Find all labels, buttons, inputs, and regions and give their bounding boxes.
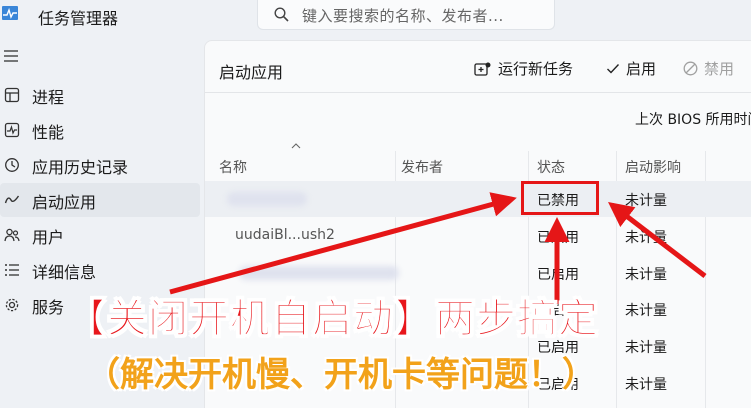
- checkmark-icon: [607, 63, 620, 74]
- sidebar-item-app-history[interactable]: 应用历史记录: [0, 148, 200, 182]
- performance-icon: [4, 122, 20, 138]
- headline-banner: 【关闭开机自启动】两步搞定: [66, 296, 599, 343]
- impact-cell: 未计量: [625, 193, 667, 209]
- sidebar-item-details[interactable]: 详细信息: [0, 253, 200, 287]
- sidebar-item-label: 进程: [32, 88, 65, 107]
- startup-apps-icon: [4, 195, 20, 204]
- sidebar-item-label: 启动应用: [32, 193, 97, 212]
- search-placeholder: 键入要搜索的名称、发布者...: [302, 7, 504, 25]
- blurred-app-name: [239, 266, 399, 280]
- sidebar-item-startup-apps[interactable]: 启动应用: [0, 183, 200, 217]
- name-cell: uudaiBl...ush2: [235, 227, 335, 243]
- subline-banner: （解决开机慢、开机卡等问题！）: [86, 355, 596, 395]
- run-new-task-button[interactable]: 运行新任务: [474, 58, 573, 79]
- users-icon: [4, 228, 20, 242]
- sidebar-item-label: 用户: [32, 228, 65, 247]
- impact-cell: 未计量: [625, 377, 667, 393]
- prohibited-icon: [683, 61, 698, 76]
- status-cell: 已启用: [537, 267, 579, 283]
- column-header-name[interactable]: 名称: [219, 157, 247, 177]
- app-history-icon: [5, 158, 19, 172]
- sidebar-item-label: 服务: [32, 298, 65, 317]
- sidebar-item-users[interactable]: 用户: [0, 218, 200, 252]
- impact-cell: 未计量: [625, 267, 667, 283]
- status-cell: 已启用: [537, 230, 579, 246]
- enable-label: 启用: [626, 60, 657, 78]
- gear-icon: [5, 298, 19, 312]
- run-new-task-label: 运行新任务: [498, 60, 574, 78]
- sidebar-item-label: 性能: [32, 123, 65, 142]
- toolbar-divider: [205, 92, 751, 93]
- sidebar-item-performance[interactable]: 性能: [0, 113, 200, 147]
- impact-cell: 未计量: [625, 230, 667, 246]
- blurred-app-name: [227, 192, 307, 206]
- search-icon: [274, 7, 289, 22]
- status-highlight-box: [521, 181, 599, 215]
- run-new-task-icon: [474, 62, 491, 76]
- processes-icon: [4, 87, 20, 103]
- title-bar: 任务管理器 键入要搜索的名称、发布者...: [0, 0, 751, 34]
- page-title: 启动应用: [219, 63, 284, 82]
- app-title: 任务管理器: [38, 9, 119, 28]
- table-row[interactable]: uudaiBl...ush2 已启用 未计量: [205, 218, 751, 254]
- column-header-impact[interactable]: 启动影响: [625, 157, 681, 177]
- disable-label: 禁用: [704, 60, 735, 78]
- hamburger-menu-icon[interactable]: [4, 50, 18, 62]
- disable-button[interactable]: 禁用: [683, 58, 734, 79]
- sidebar-item-label: 应用历史记录: [32, 158, 129, 177]
- bios-time-label: 上次 BIOS 所用时间: [635, 112, 751, 128]
- search-box[interactable]: 键入要搜索的名称、发布者...: [257, 0, 555, 30]
- sidebar-item-processes[interactable]: 进程: [0, 78, 200, 112]
- table-row[interactable]: 已禁用 未计量: [205, 181, 751, 217]
- column-header-status[interactable]: 状态: [537, 157, 565, 177]
- impact-cell: 未计量: [625, 340, 667, 356]
- column-header-publisher[interactable]: 发布者: [401, 157, 443, 177]
- details-icon: [5, 264, 19, 276]
- enable-button[interactable]: 启用: [606, 58, 656, 79]
- impact-cell: 未计量: [625, 303, 667, 319]
- task-manager-icon: [2, 6, 18, 20]
- sidebar-item-label: 详细信息: [32, 263, 97, 282]
- sort-ascending-icon: [291, 143, 301, 149]
